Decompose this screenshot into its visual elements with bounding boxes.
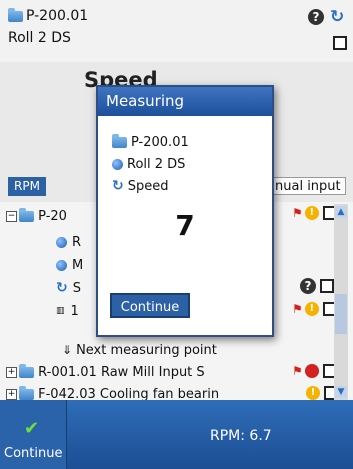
tree-item-label: S xyxy=(72,280,81,296)
measurement-dot-icon xyxy=(112,159,123,170)
status-group: ⚑ xyxy=(292,364,337,378)
tree-item[interactable]: M xyxy=(56,254,83,276)
continue-label: Continue xyxy=(4,446,63,461)
dialog-continue-button[interactable]: Continue xyxy=(110,293,190,318)
header-point-id: P-200.01 xyxy=(26,8,89,24)
hd-icon: ▥ xyxy=(56,306,65,316)
flag-icon: ⚑ xyxy=(292,206,303,220)
status-group: ? xyxy=(300,278,334,294)
folder-icon xyxy=(19,207,34,222)
warning-icon: ! xyxy=(304,302,319,316)
measurement-dot-icon xyxy=(56,236,67,248)
tree-item-label: Next measuring point xyxy=(76,342,217,358)
help-icon[interactable]: ? xyxy=(300,278,316,294)
measurement-value: 7 xyxy=(175,209,195,242)
collapse-icon[interactable]: − xyxy=(6,210,17,222)
tree-item-label: 1 xyxy=(70,303,79,319)
tree-item[interactable]: ↻ S xyxy=(56,277,81,299)
folder-icon xyxy=(19,363,34,378)
header-point-row: P-200.01 xyxy=(8,7,89,24)
header-checkbox[interactable] xyxy=(333,36,347,50)
scroll-up-icon[interactable]: ▲ xyxy=(335,206,347,218)
rpm-readout: RPM: 6.7 xyxy=(210,428,272,444)
tree-item-label: R-001.01 Raw Mill Input S xyxy=(38,364,205,380)
dialog-point-row: P-200.01 xyxy=(112,134,189,150)
status-group: ⚑ ! xyxy=(292,206,337,220)
warning-icon: ! xyxy=(306,386,320,400)
speed-refresh-icon: ↻ xyxy=(56,280,68,296)
tree-item-label: R xyxy=(72,234,82,250)
refresh-icon[interactable]: ↻ xyxy=(330,7,344,27)
measurement-dot-icon xyxy=(56,259,67,271)
folder-icon xyxy=(8,7,23,22)
dialog-measurement: Speed xyxy=(127,178,169,194)
speed-refresh-icon: ↻ xyxy=(112,178,124,194)
folder-icon xyxy=(112,134,127,148)
continue-button[interactable]: ✔ Continue xyxy=(0,400,67,469)
flag-icon: ⚑ xyxy=(292,302,303,316)
flag-icon: ⚑ xyxy=(292,364,303,378)
tree-item[interactable]: − P-20 xyxy=(6,205,67,227)
down-arrow-icon: ⇓ xyxy=(62,343,73,357)
tree-item[interactable]: ▥ 1 xyxy=(56,300,79,322)
bottom-bar: ✔ Continue RPM: 6.7 xyxy=(0,400,353,469)
tab-rpm[interactable]: RPM xyxy=(8,177,46,196)
dialog-point-id: P-200.01 xyxy=(131,135,189,150)
dialog-measurement-row: ↻ Speed xyxy=(112,178,169,194)
tree-item[interactable]: ⇓ Next measuring point xyxy=(62,339,217,361)
dialog-name-row: Roll 2 DS xyxy=(112,157,185,172)
scrollbar[interactable]: ▲ ▼ xyxy=(334,204,348,400)
manual-input-field[interactable]: nual input xyxy=(264,177,346,195)
tree-item-label: M xyxy=(72,257,84,273)
dialog-point-name: Roll 2 DS xyxy=(127,157,186,172)
expand-icon[interactable]: + xyxy=(6,388,17,400)
folder-icon xyxy=(19,385,34,400)
check-icon: ✔ xyxy=(24,418,40,439)
header: P-200.01 Roll 2 DS ? ↻ xyxy=(0,0,353,62)
tree-item[interactable]: R xyxy=(56,231,81,253)
item-checkbox[interactable] xyxy=(320,279,334,293)
scroll-down-icon[interactable]: ▼ xyxy=(335,386,347,398)
alarm-icon xyxy=(304,364,319,378)
dialog-title: Measuring xyxy=(98,87,272,116)
tree-item[interactable]: + R-001.01 Raw Mill Input S xyxy=(6,361,205,383)
status-group: ⚑ ! xyxy=(292,302,337,316)
warning-icon: ! xyxy=(304,206,319,220)
header-point-name: Roll 2 DS xyxy=(8,30,71,46)
measuring-dialog: Measuring P-200.01 Roll 2 DS ↻ Speed 7 C… xyxy=(96,85,274,337)
expand-icon[interactable]: + xyxy=(6,366,17,378)
help-icon[interactable]: ? xyxy=(308,9,324,25)
scroll-thumb[interactable] xyxy=(335,294,347,334)
tree-item-label: P-20 xyxy=(38,208,67,224)
